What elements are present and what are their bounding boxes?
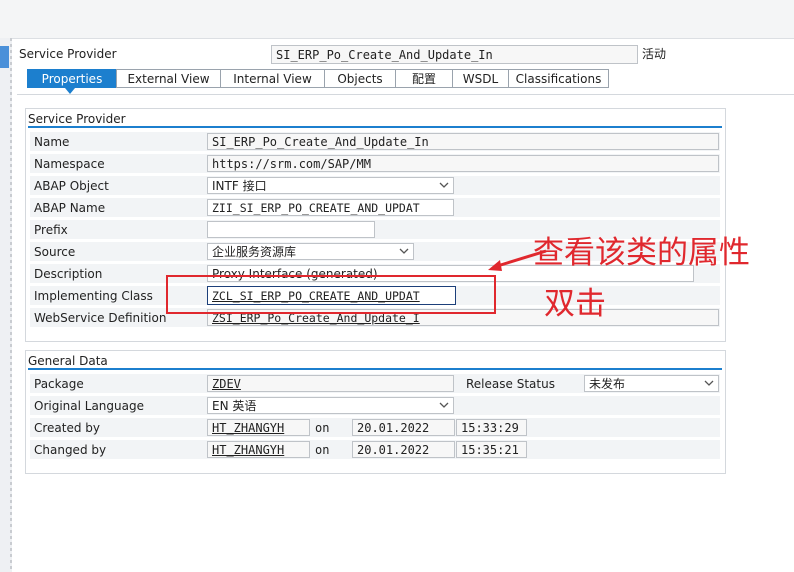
changed-time-field[interactable]: 15:35:21: [456, 441, 527, 458]
annotation-text-double-click: 双击: [544, 286, 606, 322]
chevron-down-icon: [439, 402, 449, 408]
release-status-dropdown[interactable]: 未发布: [584, 375, 719, 392]
group-title-underline: [28, 126, 722, 128]
abap-name-field[interactable]: ZII_SI_ERP_PO_CREATE_AND_UPDAT: [207, 199, 454, 216]
content-divider: [17, 94, 794, 95]
release-status-value: 未发布: [589, 377, 626, 391]
changed-date-field[interactable]: 20.01.2022: [352, 441, 455, 458]
namespace-label: Namespace: [34, 157, 105, 171]
general-data-group-title: General Data: [28, 354, 108, 368]
description-label: Description: [34, 267, 103, 281]
tab-properties[interactable]: Properties: [27, 69, 117, 88]
service-provider-group-title: Service Provider: [28, 112, 126, 126]
splitter-handle[interactable]: [10, 38, 12, 572]
tab-objects[interactable]: Objects: [324, 69, 396, 88]
chevron-down-icon: [399, 248, 409, 254]
abap-name-label: ABAP Name: [34, 201, 106, 215]
left-navigation-gutter: [0, 38, 12, 572]
original-language-dropdown[interactable]: EN 英语: [207, 397, 454, 414]
annotation-highlight-box: [166, 275, 496, 314]
created-by-user-field[interactable]: HT_ZHANGYH: [207, 419, 310, 436]
original-language-label: Original Language: [34, 399, 144, 413]
created-on-label: on: [315, 421, 330, 435]
created-date-field[interactable]: 20.01.2022: [352, 419, 455, 436]
toolbar-area: [0, 0, 794, 39]
tab-configuration[interactable]: 配置: [395, 69, 453, 88]
prefix-input[interactable]: [207, 221, 375, 238]
tab-classifications[interactable]: Classifications: [508, 69, 609, 88]
source-value: 企业服务资源库: [212, 245, 297, 259]
annotation-text-properties: 查看该类的属性: [533, 235, 750, 271]
navigation-selector[interactable]: [0, 46, 9, 68]
abap-object-dropdown[interactable]: INTF 接口: [207, 177, 454, 194]
changed-on-label: on: [315, 443, 330, 457]
status-text: 活动: [642, 47, 667, 61]
created-by-label: Created by: [34, 421, 101, 435]
changed-by-user-field[interactable]: HT_ZHANGYH: [207, 441, 310, 458]
chevron-down-icon: [704, 380, 714, 386]
source-label: Source: [34, 245, 76, 259]
group-title-underline: [28, 368, 722, 370]
abap-object-value: INTF 接口: [212, 179, 267, 193]
package-label: Package: [34, 377, 84, 391]
name-label: Name: [34, 135, 70, 149]
tab-external-view[interactable]: External View: [116, 69, 221, 88]
source-dropdown[interactable]: 企业服务资源库: [207, 243, 414, 260]
package-field[interactable]: ZDEV: [207, 375, 454, 392]
chevron-down-icon: [439, 182, 449, 188]
original-language-value: EN 英语: [212, 399, 257, 413]
abap-object-label: ABAP Object: [34, 179, 109, 193]
changed-by-label: Changed by: [34, 443, 107, 457]
release-status-label: Release Status: [466, 377, 555, 391]
implementing-class-label: Implementing Class: [34, 289, 153, 303]
header-label: Service Provider: [19, 47, 117, 61]
prefix-label: Prefix: [34, 223, 68, 237]
name-field[interactable]: SI_ERP_Po_Create_And_Update_In: [207, 133, 719, 150]
created-time-field[interactable]: 15:33:29: [456, 419, 527, 436]
webservice-definition-label: WebService Definition: [34, 311, 167, 325]
object-name-field[interactable]: SI_ERP_Po_Create_And_Update_In: [271, 45, 638, 64]
tab-wsdl[interactable]: WSDL: [452, 69, 509, 88]
namespace-field[interactable]: https://srm.com/SAP/MM: [207, 155, 719, 172]
tab-internal-view[interactable]: Internal View: [220, 69, 325, 88]
